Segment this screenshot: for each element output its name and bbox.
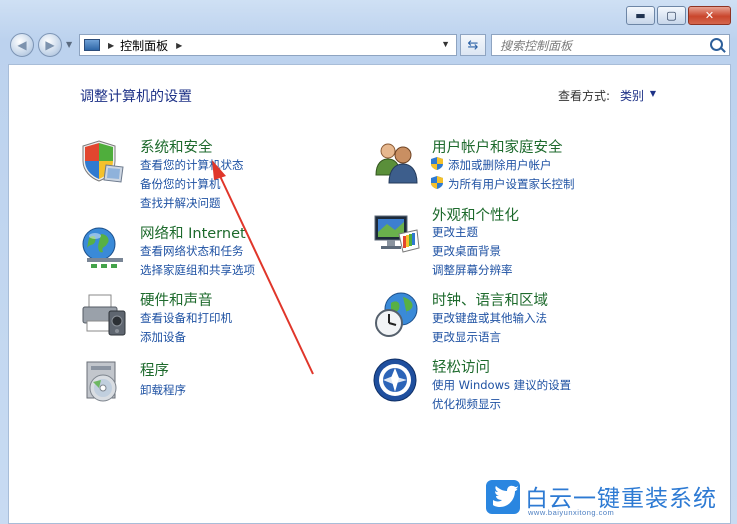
navigation-toolbar: ◀ ▶ ▼ ▶ 控制面板 ▶ ▼ ⇆ — [0, 28, 737, 62]
content-pane: 调整计算机的设置 查看方式: 类别 ▼ 系统和安全 查看您的计算机状态 备份您的… — [8, 64, 731, 524]
refresh-icon: ⇆ — [467, 37, 479, 53]
search-box[interactable] — [491, 34, 730, 56]
users-icon[interactable] — [373, 137, 421, 185]
uac-shield-icon — [431, 176, 443, 189]
maximize-icon: ▢ — [666, 9, 677, 22]
category-title-hardware-sound[interactable]: 硬件和声音 — [140, 289, 213, 310]
clock-globe-icon[interactable] — [373, 291, 421, 339]
view-by-label: 查看方式: — [557, 89, 610, 103]
maximize-button[interactable]: ▢ — [657, 6, 686, 25]
link-optimize-video[interactable]: 优化视频显示 — [432, 396, 501, 412]
uac-shield-icon — [431, 157, 443, 170]
watermark-url: www.baiyunxitong.com — [528, 508, 615, 517]
link-network-status[interactable]: 查看网络状态和任务 — [140, 243, 244, 259]
link-windows-recommended-settings[interactable]: 使用 Windows 建议的设置 — [432, 377, 571, 393]
minimize-button[interactable]: ▬ — [626, 6, 655, 25]
link-backup-computer[interactable]: 备份您的计算机 — [140, 176, 221, 192]
breadcrumb-chevron-icon[interactable]: ▶ — [108, 41, 114, 50]
recent-pages-dropdown[interactable]: ▼ — [66, 40, 72, 49]
link-add-device[interactable]: 添加设备 — [140, 329, 186, 345]
search-input[interactable] — [498, 36, 702, 56]
search-icon[interactable] — [710, 38, 723, 51]
close-icon: ✕ — [704, 9, 715, 22]
address-bar[interactable]: ▶ 控制面板 ▶ ▼ — [79, 34, 457, 56]
link-change-display-language[interactable]: 更改显示语言 — [432, 329, 501, 345]
ease-of-access-icon[interactable] — [373, 358, 421, 406]
back-arrow-icon: ◀ — [17, 38, 27, 52]
watermark: 白云一键重装系统 www.baiyunxitong.com — [486, 478, 731, 518]
link-uninstall-program[interactable]: 卸载程序 — [140, 382, 186, 398]
category-title-clock-language-region[interactable]: 时钟、语言和区域 — [432, 289, 548, 310]
printer-icon[interactable] — [79, 291, 127, 339]
refresh-button[interactable]: ⇆ — [460, 34, 486, 56]
breadcrumb-control-panel[interactable]: 控制面板 — [120, 37, 168, 54]
breadcrumb-chevron-icon[interactable]: ▶ — [176, 41, 182, 50]
minimize-icon: ▬ — [635, 9, 646, 22]
category-title-appearance[interactable]: 外观和个性化 — [432, 204, 519, 225]
link-add-remove-users[interactable]: 添加或删除用户帐户 — [448, 157, 552, 173]
category-title-system-security[interactable]: 系统和安全 — [140, 136, 213, 157]
link-troubleshoot[interactable]: 查找并解决问题 — [140, 195, 221, 211]
network-globe-icon[interactable] — [79, 224, 127, 272]
shield-icon[interactable] — [79, 137, 127, 185]
back-button[interactable]: ◀ — [10, 33, 34, 57]
forward-button[interactable]: ▶ — [38, 33, 62, 57]
view-by-dropdown[interactable]: 类别 — [620, 87, 644, 104]
category-title-network-internet[interactable]: 网络和 Internet — [140, 222, 246, 243]
link-parental-controls[interactable]: 为所有用户设置家长控制 — [448, 176, 575, 192]
control-panel-window: ▬ ▢ ✕ ◀ ▶ ▼ ▶ 控制面板 ▶ ▼ ⇆ 调整计算机的设置 查看方式: … — [0, 0, 737, 524]
page-title: 调整计算机的设置 — [80, 89, 192, 105]
link-change-theme[interactable]: 更改主题 — [432, 224, 478, 240]
close-button[interactable]: ✕ — [688, 6, 731, 25]
category-title-ease-of-access[interactable]: 轻松访问 — [432, 356, 490, 377]
link-devices-printers[interactable]: 查看设备和打印机 — [140, 310, 232, 326]
control-panel-icon — [84, 39, 100, 51]
link-change-background[interactable]: 更改桌面背景 — [432, 243, 501, 259]
chevron-down-icon[interactable]: ▼ — [650, 89, 656, 98]
link-homegroup-sharing[interactable]: 选择家庭组和共享选项 — [140, 262, 255, 278]
display-palette-icon[interactable] — [373, 210, 421, 258]
window-controls: ▬ ▢ ✕ — [626, 6, 731, 25]
programs-icon[interactable] — [79, 358, 127, 406]
link-adjust-resolution[interactable]: 调整屏幕分辨率 — [432, 262, 513, 278]
category-title-user-accounts[interactable]: 用户帐户和家庭安全 — [432, 136, 563, 157]
forward-arrow-icon: ▶ — [45, 38, 55, 52]
address-dropdown-icon[interactable]: ▼ — [441, 39, 450, 49]
link-view-computer-status[interactable]: 查看您的计算机状态 — [140, 157, 244, 173]
category-title-programs[interactable]: 程序 — [140, 359, 169, 380]
link-change-keyboard[interactable]: 更改键盘或其他输入法 — [432, 310, 547, 326]
watermark-logo-icon — [486, 480, 520, 514]
